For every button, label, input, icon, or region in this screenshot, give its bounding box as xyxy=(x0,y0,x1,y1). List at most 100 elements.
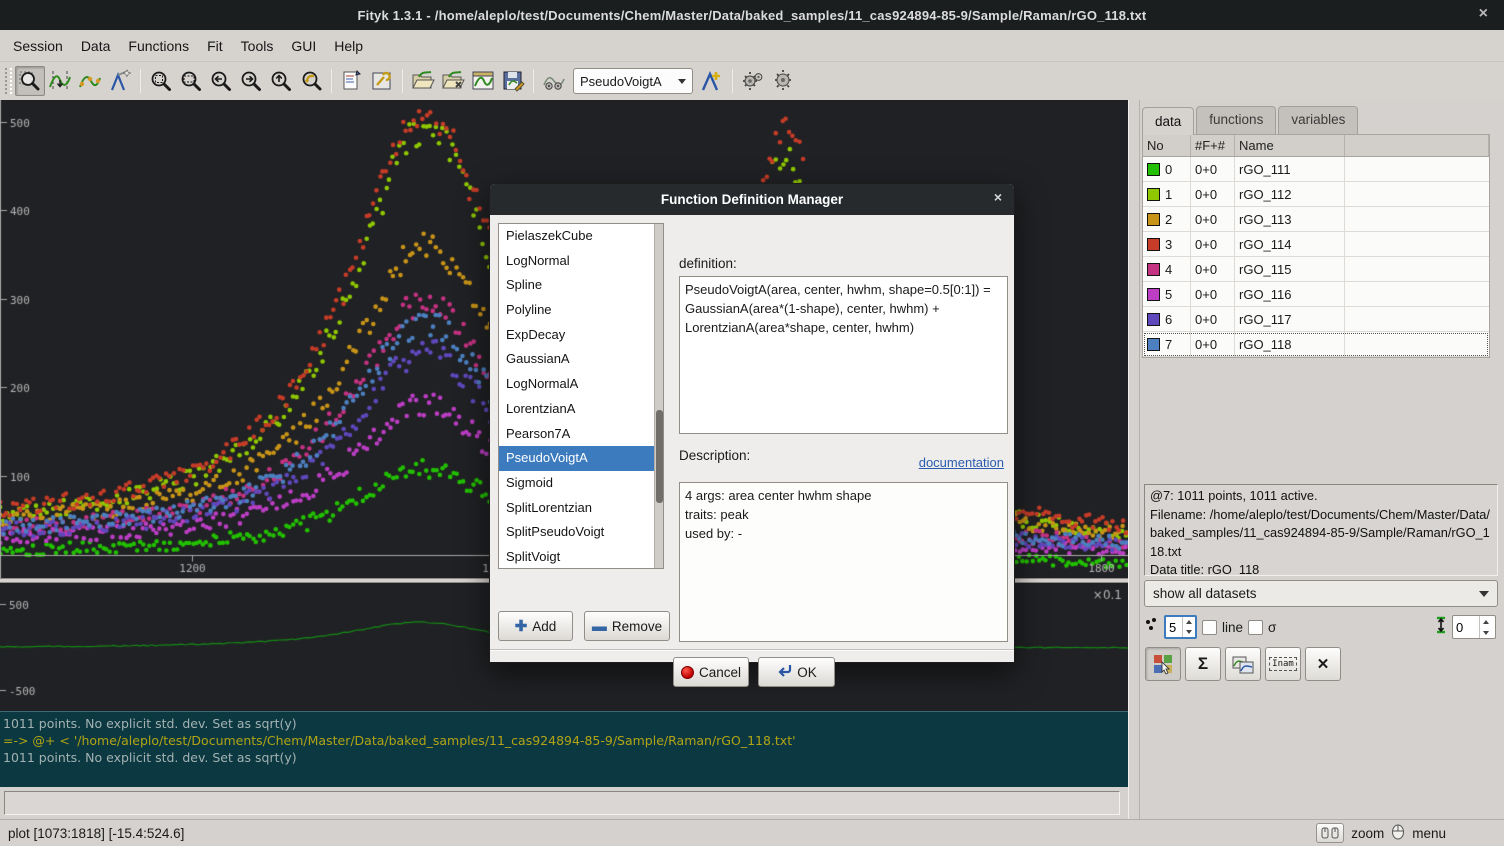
zoom-left-button[interactable] xyxy=(206,66,236,96)
zoom-right-button[interactable] xyxy=(236,66,266,96)
name-format-button[interactable]: Inam xyxy=(1265,647,1301,681)
function-list-item[interactable]: SplitLorentzian xyxy=(499,496,654,521)
dataset-no-cell: 5 xyxy=(1143,282,1191,306)
cancel-button[interactable]: Cancel xyxy=(673,657,749,687)
function-list-item[interactable]: LogNormal xyxy=(499,249,654,274)
table-row[interactable]: 20+0rGO_113 xyxy=(1143,207,1489,232)
save-session-button[interactable] xyxy=(498,66,528,96)
dataset-no-cell: 6 xyxy=(1143,307,1191,331)
zoom-all-button[interactable] xyxy=(146,66,176,96)
dataset-filter-select[interactable]: show all datasets xyxy=(1144,580,1498,607)
datasets-grid-button[interactable] xyxy=(1145,647,1181,681)
table-row[interactable]: 40+0rGO_115 xyxy=(1143,257,1489,282)
dataset-empty-cell xyxy=(1345,182,1489,206)
function-list-item[interactable]: LorentzianA xyxy=(499,397,654,422)
dataset-count-cell: 0+0 xyxy=(1191,182,1235,206)
dataset-no-cell: 0 xyxy=(1143,157,1191,181)
open-data-custom-button[interactable] xyxy=(438,66,468,96)
function-list[interactable]: PielaszekCubeLogNormalSplinePolylineExpD… xyxy=(498,223,664,569)
delete-dataset-button[interactable]: ✕ xyxy=(1305,647,1341,681)
dataset-count-cell: 0+0 xyxy=(1191,207,1235,231)
session-log-button[interactable] xyxy=(337,66,367,96)
sum-button[interactable]: Σ xyxy=(1185,647,1221,681)
function-type-select[interactable]: PseudoVoigtA xyxy=(573,68,693,94)
function-list-item[interactable]: PielaszekCube xyxy=(499,224,654,249)
function-plots-button[interactable] xyxy=(1225,647,1261,681)
window-close-button[interactable]: × xyxy=(1479,4,1488,24)
baseline-tool-button[interactable] xyxy=(75,66,105,96)
menu-fit[interactable]: Fit xyxy=(198,32,232,60)
statusbar: plot [1073:1818] [-15.4:524.6] zoom menu xyxy=(0,819,1504,846)
add-peak-tool-button[interactable] xyxy=(105,66,135,96)
zoom-select-tool-button[interactable] xyxy=(15,66,45,96)
ok-button[interactable]: OK xyxy=(758,657,835,687)
tab-variables[interactable]: variables xyxy=(1278,106,1358,134)
function-list-item[interactable]: PseudoVoigtA xyxy=(499,446,654,471)
documentation-link[interactable]: documentation xyxy=(919,455,1004,470)
toolbar-grip[interactable] xyxy=(5,68,12,94)
add-peak-button[interactable] xyxy=(697,66,727,96)
open-data-button[interactable] xyxy=(408,66,438,96)
tab-functions[interactable]: functions xyxy=(1196,106,1276,134)
add-function-button[interactable]: ✚ Add xyxy=(498,611,573,641)
data-range-tool-button[interactable] xyxy=(45,66,75,96)
auto-add-peak-button[interactable] xyxy=(539,66,569,96)
sidebar-splitter[interactable] xyxy=(1128,100,1140,819)
zoom-selection-button[interactable] xyxy=(176,66,206,96)
dataset-count-cell: 0+0 xyxy=(1191,307,1235,331)
dialog-close-button[interactable]: × xyxy=(994,189,1002,205)
scrollbar-thumb[interactable] xyxy=(656,410,663,503)
menu-gui[interactable]: GUI xyxy=(282,32,325,60)
shift-updown-icon xyxy=(1435,616,1447,639)
shift-stepper[interactable] xyxy=(1452,615,1496,639)
window-title: Fityk 1.3.1 - /home/aleplo/test/Document… xyxy=(358,8,1147,23)
remove-function-button[interactable]: ▬ Remove xyxy=(584,611,670,641)
table-header-row: No#F+#Name xyxy=(1143,135,1489,157)
description-label: Description: xyxy=(679,448,750,463)
definition-textarea[interactable]: PseudoVoigtA(area, center, hwhm, shape=0… xyxy=(679,276,1008,434)
tab-data[interactable]: data xyxy=(1142,107,1194,135)
table-row[interactable]: 10+0rGO_112 xyxy=(1143,182,1489,207)
table-row[interactable]: 60+0rGO_117 xyxy=(1143,307,1489,332)
table-row[interactable]: 30+0rGO_114 xyxy=(1143,232,1489,257)
menu-data[interactable]: Data xyxy=(72,32,120,60)
mouse-hints-button[interactable] xyxy=(1316,823,1344,843)
function-list-item[interactable]: SplitPseudoVoigt xyxy=(499,520,654,545)
dialog-titlebar[interactable]: Function Definition Manager × xyxy=(490,184,1014,215)
function-list-item[interactable]: LogNormalA xyxy=(499,372,654,397)
function-list-scrollbar[interactable] xyxy=(654,224,663,568)
toolbar: PseudoVoigtA xyxy=(0,62,1504,100)
menu-tools[interactable]: Tools xyxy=(232,32,283,60)
mouse-zoom-label: zoom xyxy=(1351,826,1384,841)
sigma-checkbox[interactable] xyxy=(1248,620,1263,635)
zoom-undo-button[interactable] xyxy=(296,66,326,96)
function-list-item[interactable]: Sigmoid xyxy=(499,471,654,496)
dataset-color-chip xyxy=(1147,238,1160,251)
sigma-icon: Σ xyxy=(1198,654,1208,674)
save-image-button[interactable] xyxy=(468,66,498,96)
point-size-input[interactable] xyxy=(1166,617,1182,637)
execute-gear-button[interactable] xyxy=(768,66,798,96)
define-functions-gear-button[interactable] xyxy=(738,66,768,96)
zoom-vertical-button[interactable] xyxy=(266,66,296,96)
table-row[interactable]: 00+0rGO_111 xyxy=(1143,157,1489,182)
table-row[interactable]: 70+0rGO_118 xyxy=(1143,332,1489,357)
dataset-no-cell: 7 xyxy=(1143,332,1191,356)
table-row[interactable]: 50+0rGO_116 xyxy=(1143,282,1489,307)
console-line: 1011 points. No explicit std. dev. Set a… xyxy=(3,749,1125,766)
function-list-item[interactable]: Polyline xyxy=(499,298,654,323)
menu-functions[interactable]: Functions xyxy=(119,32,198,60)
point-size-stepper[interactable] xyxy=(1164,615,1197,639)
function-list-item[interactable]: GaussianA xyxy=(499,347,654,372)
function-list-item[interactable]: Pearson7A xyxy=(499,422,654,447)
function-list-item[interactable]: SplitVoigt xyxy=(499,545,654,569)
remove-button-label: Remove xyxy=(612,619,662,634)
shift-input[interactable] xyxy=(1453,616,1479,638)
line-checkbox[interactable] xyxy=(1202,620,1217,635)
function-list-item[interactable]: Spline xyxy=(499,273,654,298)
menu-help[interactable]: Help xyxy=(325,32,372,60)
menu-session[interactable]: Session xyxy=(4,32,72,60)
settings-wrench-button[interactable] xyxy=(367,66,397,96)
function-list-item[interactable]: ExpDecay xyxy=(499,323,654,348)
command-input[interactable] xyxy=(4,791,1120,815)
